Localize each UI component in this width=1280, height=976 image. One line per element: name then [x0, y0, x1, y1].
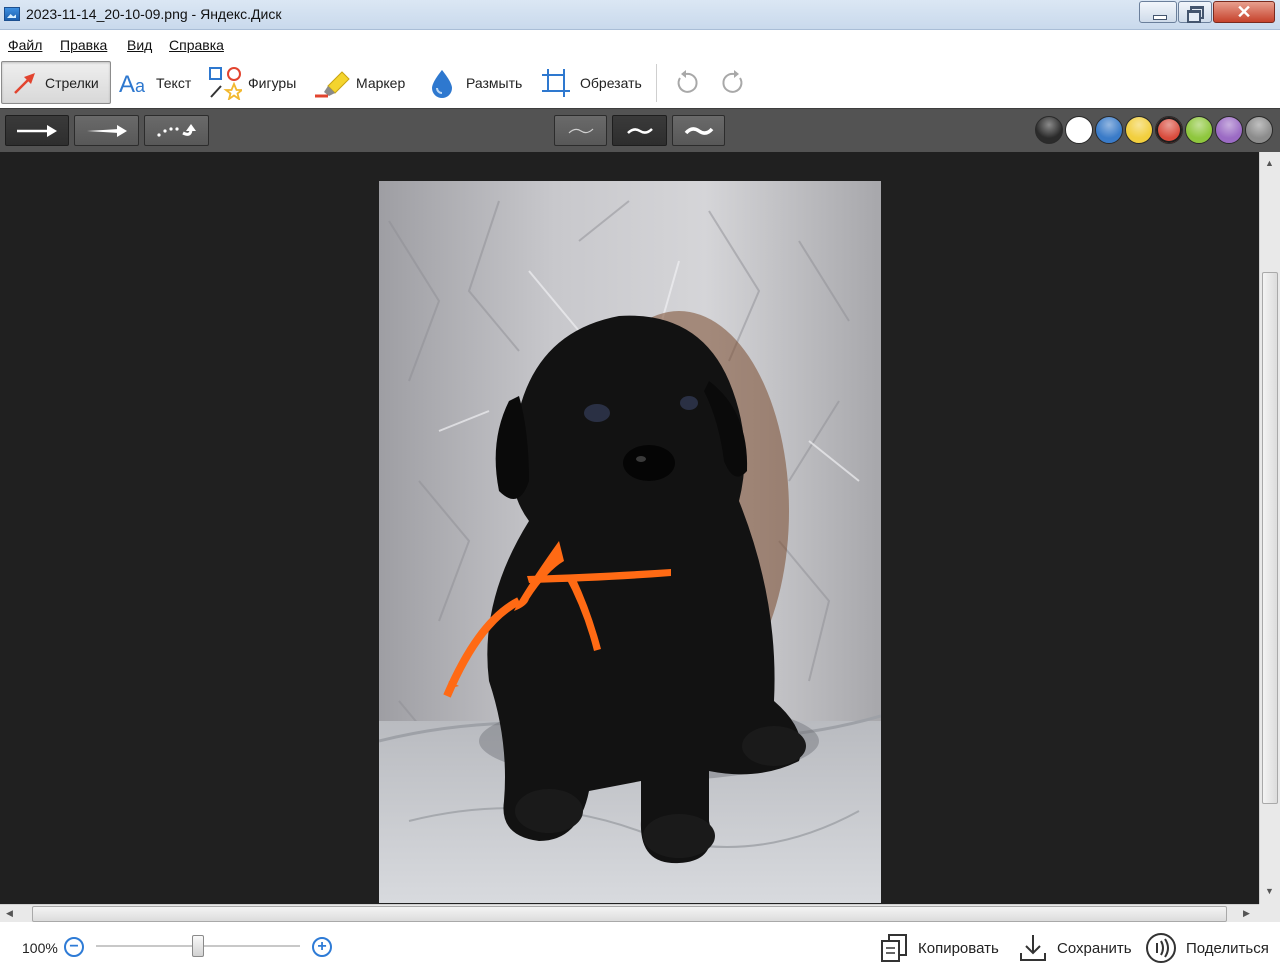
marker-icon: [315, 70, 350, 97]
tool-crop-label: Обрезать: [580, 74, 642, 91]
horizontal-scroll-thumb[interactable]: [32, 906, 1227, 922]
undo-icon: [677, 69, 698, 93]
scroll-up-icon[interactable]: ▲: [1265, 158, 1274, 168]
arrow-style-dotted[interactable]: [144, 115, 209, 146]
window-title: 2023-11-14_20-10-09.png - Яндекс.Диск: [26, 6, 282, 22]
tool-marker-label: Маркер: [356, 74, 406, 91]
tool-blur-label: Размыть: [466, 74, 523, 91]
scroll-right-icon[interactable]: ▶: [1243, 908, 1250, 919]
app-icon: [4, 7, 20, 21]
zoom-in-button[interactable]: +: [312, 937, 332, 957]
text-icon: A a: [119, 71, 146, 98]
arrow-style-tapered[interactable]: [74, 115, 139, 146]
save-label: Сохранить: [1057, 939, 1132, 957]
tool-shapes[interactable]: Фигуры: [208, 61, 296, 104]
undo-button[interactable]: [673, 61, 699, 104]
title-bar: 2023-11-14_20-10-09.png - Яндекс.Диск ✕: [0, 0, 1280, 30]
svg-text:A: A: [119, 71, 135, 98]
horizontal-scrollbar[interactable]: ◀ ▶: [0, 904, 1259, 922]
minus-icon: −: [69, 938, 79, 955]
zoom-slider-thumb[interactable]: [192, 935, 204, 957]
color-swatch[interactable]: [1185, 116, 1213, 144]
maximize-button[interactable]: [1178, 1, 1212, 23]
line-width-thin[interactable]: [554, 115, 607, 146]
thin-line-icon: [568, 128, 593, 133]
blur-drop-icon: [432, 69, 452, 98]
line-width-medium[interactable]: [612, 115, 667, 146]
crop-icon: [542, 68, 570, 97]
scroll-left-icon[interactable]: ◀: [6, 908, 13, 919]
tool-blur[interactable]: Размыть: [430, 61, 522, 104]
shapes-icon: [209, 66, 242, 100]
download-icon: [1020, 935, 1046, 961]
tool-arrows-label: Стрелки: [45, 74, 99, 91]
puppy-photo: [379, 181, 881, 903]
color-swatch[interactable]: [1065, 116, 1093, 144]
thick-line-icon: [684, 126, 713, 135]
color-swatch[interactable]: [1215, 116, 1243, 144]
straight-arrow-icon: [17, 124, 57, 137]
tool-arrows[interactable]: Стрелки: [1, 61, 111, 104]
close-icon: ✕: [1236, 2, 1252, 22]
color-swatch[interactable]: [1125, 116, 1153, 144]
arrow-style-straight[interactable]: [5, 115, 69, 146]
vertical-scroll-thumb[interactable]: [1262, 272, 1278, 804]
line-width-thick[interactable]: [672, 115, 725, 146]
toolbar: Стрелки A a Текст Фигуры Маркер Размыть: [0, 58, 1280, 108]
color-swatch[interactable]: [1035, 116, 1063, 144]
tool-text[interactable]: A a Текст: [118, 61, 191, 104]
copy-button[interactable]: Копировать: [880, 932, 999, 964]
svg-text:a: a: [135, 76, 146, 96]
tool-marker[interactable]: Маркер: [314, 61, 405, 104]
redo-button[interactable]: [721, 61, 747, 104]
share-icon: [1146, 933, 1176, 963]
share-label: Поделиться: [1186, 939, 1269, 957]
tool-text-label: Текст: [156, 74, 192, 91]
vertical-scrollbar[interactable]: ▲ ▼: [1259, 152, 1280, 904]
zoom-out-button[interactable]: −: [64, 937, 84, 957]
copy-label: Копировать: [918, 939, 999, 957]
redo-icon: [722, 69, 743, 93]
save-button[interactable]: Сохранить: [1019, 932, 1132, 964]
color-swatch[interactable]: [1155, 116, 1183, 144]
scroll-down-icon[interactable]: ▼: [1265, 886, 1274, 896]
menu-bar: Файл Правка Вид Справка: [0, 30, 1280, 58]
color-swatch[interactable]: [1095, 116, 1123, 144]
status-bar: 100% − + Копировать Сохранить Поделиться: [0, 922, 1280, 976]
tapered-arrow-icon: [86, 124, 127, 137]
copy-icon: [881, 934, 907, 962]
arrow-icon: [14, 72, 35, 94]
toolbar-divider: [656, 64, 657, 102]
scrollbar-corner: [1259, 904, 1280, 922]
plus-icon: +: [317, 938, 327, 955]
dotted-curve-arrow-icon: [156, 123, 196, 137]
zoom-level: 100%: [22, 940, 58, 956]
close-button[interactable]: ✕: [1213, 1, 1275, 23]
menu-edit[interactable]: Правка: [60, 37, 107, 53]
menu-file[interactable]: Файл: [8, 37, 42, 53]
tool-crop[interactable]: Обрезать: [541, 61, 642, 104]
image-preview: [379, 181, 881, 903]
tool-shapes-label: Фигуры: [248, 74, 297, 91]
color-swatch[interactable]: [1245, 116, 1273, 144]
share-button[interactable]: Поделиться: [1145, 932, 1269, 964]
menu-view[interactable]: Вид: [127, 37, 152, 53]
minimize-button[interactable]: [1139, 1, 1177, 23]
medium-line-icon: [626, 127, 653, 134]
menu-help[interactable]: Справка: [169, 37, 224, 53]
